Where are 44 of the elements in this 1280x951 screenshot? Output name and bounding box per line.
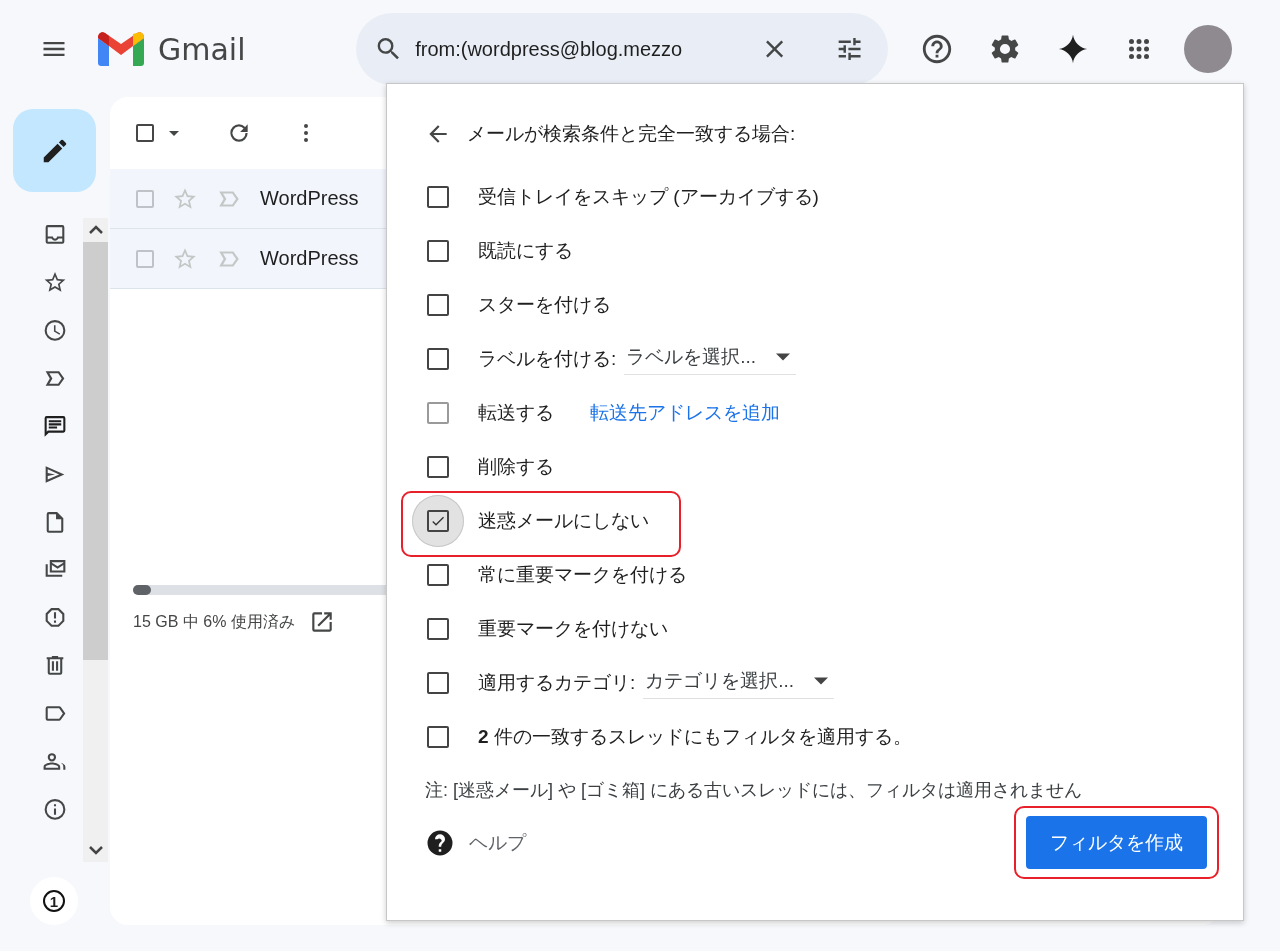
help-link[interactable]: ヘルプ bbox=[469, 829, 526, 856]
checkbox[interactable] bbox=[427, 456, 449, 478]
dropdown[interactable]: ラベルを選択... bbox=[624, 343, 797, 375]
sender-name: WordPress bbox=[260, 187, 359, 210]
option-label: ラベルを付ける: bbox=[478, 347, 617, 371]
row-checkbox[interactable] bbox=[136, 189, 154, 208]
sender-name: WordPress bbox=[260, 247, 359, 270]
checkbox[interactable] bbox=[427, 294, 449, 316]
checkbox[interactable] bbox=[427, 348, 449, 370]
scroll-down-icon[interactable] bbox=[88, 845, 103, 855]
row-checkbox[interactable] bbox=[136, 249, 154, 268]
option-label: 転送する bbox=[478, 401, 554, 425]
option-label: 削除する bbox=[478, 455, 554, 479]
help-icon[interactable] bbox=[920, 32, 954, 66]
option-label: スターを付ける bbox=[478, 293, 611, 317]
create-filter-button[interactable]: フィルタを作成 bbox=[1026, 816, 1207, 869]
checkbox[interactable] bbox=[427, 240, 449, 262]
scroll-up-icon[interactable] bbox=[88, 225, 103, 235]
checkbox[interactable] bbox=[427, 564, 449, 586]
option-label: 2 件の一致するスレッドにもフィルタを適用する。 bbox=[478, 725, 912, 749]
storage-text: 15 GB 中 6% 使用済み bbox=[133, 611, 295, 632]
caret-icon bbox=[776, 352, 791, 361]
option-label: 迷惑メールにしない bbox=[478, 509, 649, 533]
option-label: 重要マークを付けない bbox=[478, 617, 668, 641]
dropdown[interactable]: カテゴリを選択... bbox=[643, 667, 835, 699]
checkbox[interactable] bbox=[427, 510, 449, 532]
checkbox[interactable] bbox=[427, 672, 449, 694]
checkbox[interactable] bbox=[427, 186, 449, 208]
checkbox[interactable] bbox=[427, 618, 449, 640]
avatar[interactable] bbox=[1184, 25, 1232, 73]
note-text: 注: [迷惑メール] や [ゴミ箱] にある古いスレッドには、フィルタは適用されません bbox=[425, 779, 1083, 802]
option-label: 既読にする bbox=[478, 239, 573, 263]
compose-button[interactable] bbox=[13, 109, 96, 192]
option-label: 受信トレイをスキップ (アーカイブする) bbox=[478, 185, 819, 209]
dialog-title: メールが検索条件と完全一致する場合: bbox=[467, 122, 796, 146]
app-name: Gmail bbox=[158, 31, 246, 67]
caret-icon bbox=[814, 676, 829, 685]
scrollbar[interactable] bbox=[83, 218, 108, 862]
notification-badge[interactable]: 1 bbox=[30, 877, 78, 925]
option-label: 適用するカテゴリ: bbox=[478, 671, 636, 695]
select-all-checkbox[interactable] bbox=[136, 124, 154, 142]
option-label: 常に重要マークを付ける bbox=[478, 563, 687, 587]
gmail-logo-icon[interactable] bbox=[98, 32, 144, 66]
checkbox[interactable] bbox=[427, 726, 449, 748]
